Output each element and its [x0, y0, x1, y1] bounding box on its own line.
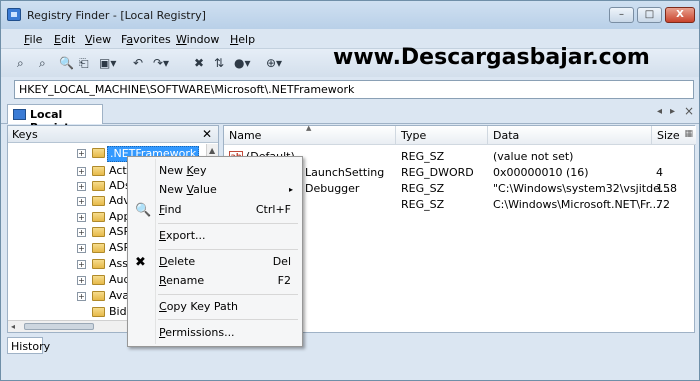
- redo-icon[interactable]: ↷▾: [153, 56, 169, 70]
- column-header-type[interactable]: Type: [396, 126, 488, 145]
- expand-icon[interactable]: +: [77, 182, 86, 191]
- undo-icon[interactable]: ↶: [133, 56, 143, 70]
- folder-icon: [92, 227, 105, 237]
- title-bar: Registry Finder - [Local Registry] – □ X: [1, 1, 699, 29]
- stop-icon[interactable]: ●▾: [234, 56, 251, 70]
- folder-icon: [92, 275, 105, 285]
- menu-item-permissions[interactable]: Permissions...: [131, 324, 299, 342]
- expand-icon[interactable]: +: [77, 213, 86, 222]
- folder-icon: [92, 291, 105, 301]
- menu-item-rename[interactable]: Rename F2: [131, 272, 299, 290]
- value-size: 4: [656, 166, 663, 179]
- scrollbar-thumb[interactable]: [24, 323, 94, 330]
- tab-scroll-left-icon[interactable]: ◂: [657, 106, 662, 117]
- expand-icon[interactable]: +: [77, 260, 86, 269]
- menu-favorites[interactable]: Favorites: [121, 33, 171, 46]
- column-header-data[interactable]: Data: [488, 126, 652, 145]
- address-bar[interactable]: HKEY_LOCAL_MACHINE\SOFTWARE\Microsoft\.N…: [14, 80, 694, 99]
- value-data: C:\Windows\Microsoft.NET\Fr...: [493, 198, 660, 211]
- value-data: 0x00000010 (16): [493, 166, 589, 179]
- tab-scroll-right-icon[interactable]: ▸: [670, 106, 675, 117]
- registry-icon: [13, 109, 26, 120]
- find-icon[interactable]: ⌕: [17, 56, 24, 70]
- column-chooser-icon[interactable]: ▦: [684, 129, 693, 139]
- menu-separator: [158, 319, 298, 320]
- menu-help[interactable]: Help: [230, 33, 255, 46]
- value-type: REG_DWORD: [401, 166, 474, 179]
- expand-icon[interactable]: +: [77, 228, 86, 237]
- refresh-icon[interactable]: ⇅: [214, 56, 224, 70]
- scroll-left-icon[interactable]: ◂: [11, 322, 15, 331]
- menu-item-new-value[interactable]: New Value ▸: [131, 181, 299, 199]
- status-bar: [1, 358, 699, 380]
- folder-icon: [92, 148, 105, 158]
- shortcut-label: Ctrl+F: [255, 203, 291, 216]
- expand-icon[interactable]: +: [77, 292, 86, 301]
- folder-icon: [92, 181, 105, 191]
- shortcut-label: Del: [272, 255, 291, 268]
- registry-finder-window: Registry Finder - [Local Registry] – □ X…: [0, 0, 700, 381]
- menu-edit[interactable]: Edit: [54, 33, 75, 46]
- menu-item-export[interactable]: Export...: [131, 227, 299, 245]
- menu-separator: [158, 223, 298, 224]
- keys-pane-title: Keys: [12, 128, 38, 141]
- menu-item-find[interactable]: 🔍 Find Ctrl+F: [131, 201, 299, 219]
- folder-icon: [92, 196, 105, 206]
- menu-item-delete[interactable]: ✖ Delete Del: [131, 253, 299, 271]
- favorites-icon[interactable]: ⎗: [79, 56, 89, 70]
- column-header-name[interactable]: ▲ Name: [224, 124, 396, 145]
- close-icon[interactable]: ✕: [202, 127, 212, 141]
- find-next-icon[interactable]: ⌕: [39, 56, 46, 70]
- value-size: 72: [656, 198, 670, 211]
- folder-icon: [92, 307, 105, 317]
- document-tab-strip: Local Registry ◂ ▸ ×: [1, 102, 699, 134]
- tab-close-icon[interactable]: ×: [684, 104, 694, 118]
- folder-icon: [92, 166, 105, 176]
- delete-icon[interactable]: ✖: [194, 56, 204, 70]
- folder-icon: [92, 259, 105, 269]
- context-menu: New Key New Value ▸ 🔍 Find Ctrl+F Export…: [127, 156, 303, 347]
- menu-separator: [158, 249, 298, 250]
- maximize-button[interactable]: □: [637, 7, 662, 23]
- value-name: LaunchSetting: [305, 166, 385, 179]
- menu-file[interactable]: File: [24, 33, 42, 46]
- expand-icon[interactable]: +: [77, 197, 86, 206]
- menu-window[interactable]: Window: [176, 33, 219, 46]
- app-icon: [7, 8, 21, 21]
- go-icon[interactable]: ⊕▾: [266, 56, 282, 70]
- watermark-text: www.Descargasbajar.com: [333, 45, 650, 70]
- window-title: Registry Finder - [Local Registry]: [27, 9, 206, 22]
- menu-view[interactable]: View: [85, 33, 111, 46]
- delete-icon: ✖: [135, 255, 146, 270]
- zoom-icon[interactable]: 🔍: [59, 56, 74, 70]
- expand-icon[interactable]: +: [77, 149, 86, 158]
- sort-ascending-icon: ▲: [306, 124, 312, 132]
- menu-item-copy-key-path[interactable]: Copy Key Path: [131, 298, 299, 316]
- history-tab[interactable]: History: [7, 337, 50, 354]
- folder-icon: [92, 212, 105, 222]
- value-name: Debugger: [305, 182, 360, 195]
- close-button[interactable]: X: [665, 7, 695, 23]
- value-data: "C:\Windows\system32\vsjitde...: [493, 182, 671, 195]
- menu-separator: [158, 294, 298, 295]
- save-icon[interactable]: ▣▾: [99, 56, 116, 70]
- find-icon: 🔍: [135, 203, 152, 218]
- value-type: REG_SZ: [401, 182, 445, 195]
- column-header-size[interactable]: Size ▦: [652, 126, 696, 145]
- expand-icon[interactable]: +: [77, 244, 86, 253]
- keys-pane-header: Keys ✕: [8, 126, 218, 143]
- tab-local-registry[interactable]: Local Registry: [7, 104, 103, 134]
- menu-item-new-key[interactable]: New Key: [131, 162, 299, 180]
- minimize-button[interactable]: –: [609, 7, 634, 23]
- value-data: (value not set): [493, 150, 574, 163]
- shortcut-label: F2: [277, 274, 291, 287]
- scroll-up-icon[interactable]: ▲: [209, 146, 215, 155]
- expand-icon[interactable]: +: [77, 167, 86, 176]
- value-type: REG_SZ: [401, 198, 445, 211]
- submenu-arrow-icon: ▸: [288, 185, 293, 194]
- folder-icon: [92, 243, 105, 253]
- expand-icon[interactable]: +: [77, 276, 86, 285]
- value-size: 158: [656, 182, 677, 195]
- value-type: REG_SZ: [401, 150, 445, 163]
